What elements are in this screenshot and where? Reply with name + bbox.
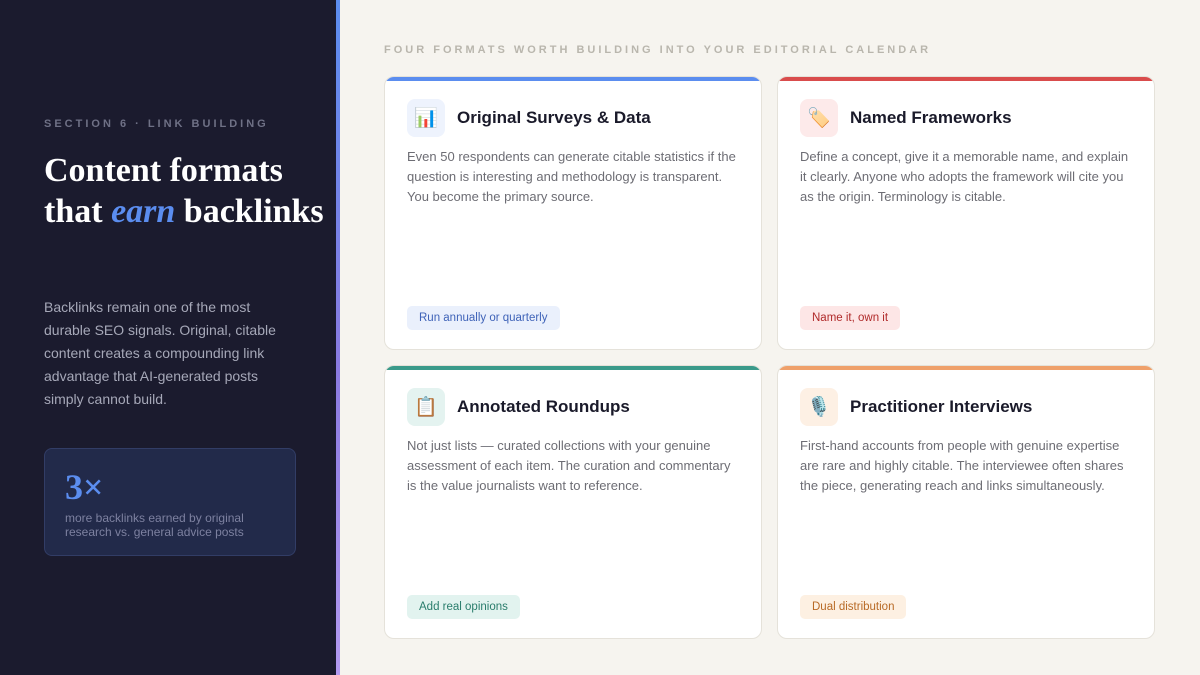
- card-accent-line: [385, 366, 761, 370]
- lead-paragraph: Backlinks remain one of the most durable…: [44, 299, 276, 407]
- card-tag: Name it, own it: [800, 306, 901, 330]
- sidebar-panel: SECTION 6 · LINK BUILDING Content format…: [0, 0, 336, 675]
- format-card-surveys: 📊 Original Surveys & Data Even 50 respon…: [384, 76, 762, 350]
- stat-value: 3×: [65, 467, 104, 507]
- format-card-roundups: 📋 Annotated Roundups Not just lists — cu…: [384, 365, 762, 639]
- clipboard-icon: 📋: [407, 388, 445, 426]
- bar-chart-icon: 📊: [407, 99, 445, 137]
- page-title-emphasis: earn: [111, 193, 176, 230]
- stat-callout: 3× more backlinks earned by original res…: [44, 448, 296, 556]
- format-card-frameworks: 🏷️ Named Frameworks Define a concept, gi…: [777, 76, 1155, 350]
- card-body: Even 50 respondents can generate citable…: [407, 149, 736, 204]
- card-title: Original Surveys & Data: [457, 108, 651, 127]
- card-tag: Run annually or quarterly: [407, 306, 560, 330]
- label-tag-icon: 🏷️: [800, 99, 838, 137]
- card-tag: Dual distribution: [800, 595, 907, 619]
- card-accent-line: [385, 77, 761, 81]
- card-accent-line: [778, 366, 1154, 370]
- stat-caption: more backlinks earned by original resear…: [65, 511, 244, 539]
- section-eyebrow: SECTION 6 · LINK BUILDING: [44, 118, 269, 130]
- card-tag: Add real opinions: [407, 595, 520, 619]
- grid-title: FOUR FORMATS WORTH BUILDING INTO YOUR ED…: [384, 44, 932, 56]
- card-title: Annotated Roundups: [457, 397, 630, 416]
- card-body: Not just lists — curated collections wit…: [407, 438, 731, 493]
- card-body: Define a concept, give it a memorable na…: [800, 149, 1129, 204]
- card-accent-line: [778, 77, 1154, 81]
- format-card-interviews: 🎙️ Practitioner Interviews First-hand ac…: [777, 365, 1155, 639]
- page-title-part2: backlinks: [175, 193, 324, 230]
- microphone-icon: 🎙️: [800, 388, 838, 426]
- card-body: First-hand accounts from people with gen…: [800, 438, 1124, 493]
- accent-divider: [336, 0, 340, 675]
- page-title: Content formats that earn backlinks: [44, 150, 324, 232]
- card-title: Practitioner Interviews: [850, 397, 1033, 416]
- card-title: Named Frameworks: [850, 108, 1012, 127]
